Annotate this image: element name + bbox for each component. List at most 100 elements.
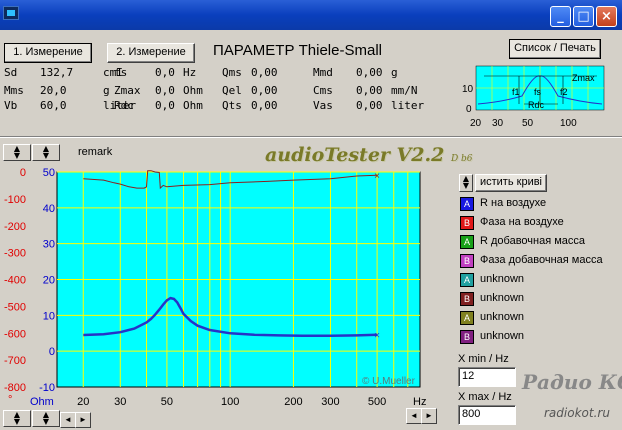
param-name: Vb [4,99,18,112]
scroll-left-icon[interactable]: ◄ [60,412,76,428]
remark-label: remark [78,146,113,158]
mini-label-rdc: Rdc [528,100,545,110]
measure-2-button[interactable]: 2. Измерение [107,43,195,63]
y-right-tick-label: 40 [43,203,55,215]
legend-color-box[interactable]: B [460,330,474,344]
legend-label: R добавочная масса [480,235,586,247]
maximize-button[interactable]: □ [573,6,594,27]
legend-color-box[interactable]: B [460,254,474,268]
x-tick-label: 300 [321,396,340,408]
y-left-scale-spinner[interactable]: ▲ ▼ [3,144,31,161]
legend-color-box[interactable]: B [460,292,474,306]
scroll-right-icon[interactable]: ► [75,412,91,428]
param-name: Mms [4,84,24,97]
y-left-tick-label: -300 [4,248,26,260]
param-value: 60,0 [40,99,67,112]
param-name: Qel [222,84,242,97]
x-tick-label: 30 [114,396,127,408]
y-left-tick-label: -600 [4,328,26,340]
param-name: fs [114,66,128,79]
separator [0,136,622,138]
param-value: 0,00 [356,66,383,79]
y-left-tick-label: -500 [4,301,26,313]
measure-1-button[interactable]: 1. Измерение [4,43,92,63]
mini-y-tick: 10 [462,84,474,95]
clear-curves-button[interactable]: истить криві [475,174,547,192]
param-unit: Ohm [183,84,203,97]
main-chart: 0-100-200-300-400-500-600-700-8005040302… [4,167,421,394]
legend-label: Фаза на воздухе [480,216,564,228]
y-right-tick-label: 10 [43,310,55,322]
mini-x-tick: 100 [560,118,577,128]
xmax-input[interactable]: 800 [458,405,516,425]
param-unit: mm/N [391,84,418,97]
param-unit: g [103,84,110,97]
param-unit: g [391,66,398,79]
app-icon[interactable] [3,6,19,20]
param-unit: liter [391,99,425,112]
y-left-tick-label: -800 [4,382,26,394]
x-unit: Hz [413,396,427,408]
y-right-tick-label: 50 [43,167,55,179]
legend-label: unknown [480,292,525,304]
xmin-input[interactable]: 12 [458,367,516,387]
param-value: 0,0 [155,99,175,112]
param-value: 0,0 [155,66,175,79]
param-name: Qts [222,99,242,112]
param-name: Sd [4,66,18,79]
param-value: 0,00 [251,84,278,97]
zoom-right-icon[interactable]: ► [421,408,437,424]
radiokot-watermark: Радио КОТ radiokot.ru [522,370,622,426]
impedance-end-marker: × [374,331,380,342]
param-name: Zmax [114,84,141,97]
x-tick-label: 200 [284,396,303,408]
y-right-tick-label: 20 [43,275,55,287]
param-value: 132,7 [40,66,74,79]
y-right-offset-spinner[interactable]: ▲ ▼ [32,410,60,427]
phase-end-marker: × [374,171,380,182]
watermark-sub: radiokot.ru [544,406,610,420]
legend-color-box[interactable]: A [460,197,474,211]
y-left-tick-label: -400 [4,275,26,287]
legend-color-box[interactable]: B [460,216,474,230]
mini-x-tick: 30 [492,118,504,128]
legend-label: unknown [480,330,525,342]
y-left-tick-label: -700 [4,355,26,367]
param-name: Vas [313,99,333,112]
legend-label: unknown [480,273,525,285]
list-print-button[interactable]: Список / Печать [509,39,601,59]
param-value: 20,0 [40,84,67,97]
y-left-tick-label: -200 [4,221,26,233]
param-value: 0,00 [251,66,278,79]
y-right-scale-spinner[interactable]: ▲ ▼ [3,410,31,427]
legend-label: unknown [480,311,525,323]
legend-label: R на воздухе [480,197,547,209]
mini-label-f2: f2 [560,87,568,97]
x-tick-label: 20 [77,396,90,408]
legend-color-box[interactable]: A [460,311,474,325]
title-bar: _ □ × [0,0,622,30]
mini-y-tick: 0 [466,104,472,115]
mini-label-f1: f1 [512,87,520,97]
param-value: 0,00 [251,99,278,112]
close-button[interactable]: × [596,6,617,27]
mini-impedance-chart: Zmax f1 fs f2 Rdc 10 0 20 30 50 100 [462,65,605,128]
mini-x-tick: 50 [522,118,534,128]
legend-color-box[interactable]: A [460,235,474,249]
param-unit: Hz [183,66,197,79]
minimize-button[interactable]: _ [550,6,571,27]
zoom-left-icon[interactable]: ◄ [406,408,422,424]
clear-spinner[interactable]: ▲ ▼ [459,174,473,192]
param-unit: Ohm [183,99,203,112]
y-left-unit: ° [8,394,13,406]
params-title: ПАРАМЕТР Thiele-Small [213,42,382,59]
param-name: Cms [313,84,333,97]
param-name: Rdc [114,99,134,112]
y-left-tick-label: -100 [4,194,26,206]
legend-color-box[interactable]: A [460,273,474,287]
chart-copyright: © U.Mueller [362,376,416,387]
mini-x-tick: 20 [470,118,482,128]
param-value: 0,00 [356,84,383,97]
y-left-offset-spinner[interactable]: ▲ ▼ [32,144,60,161]
legend-label: Фаза добавочная масса [480,254,603,266]
